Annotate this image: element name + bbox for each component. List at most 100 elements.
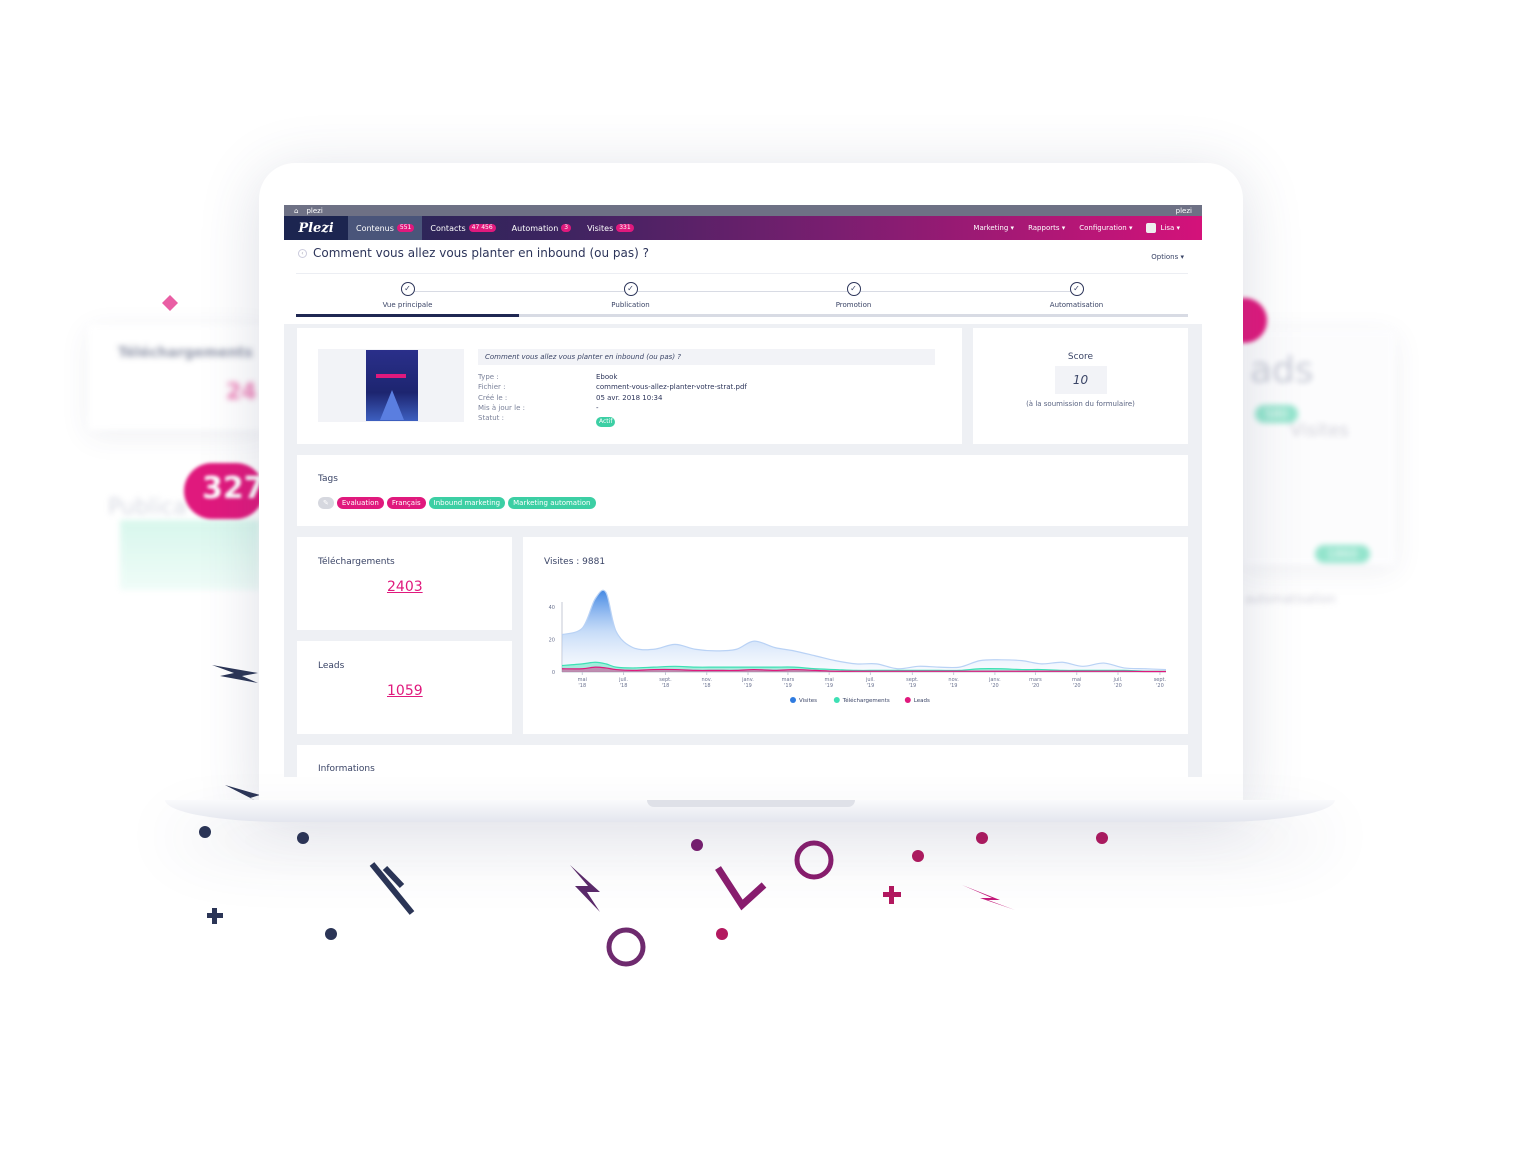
score-card: Score 10 (à la soumission du formulaire) [973,328,1188,444]
tags-title: Tags [318,474,338,484]
nav-badge: 47 456 [468,224,496,232]
legend-label: Leads [914,698,930,704]
legend-label: Visites [799,698,817,704]
step-label: Promotion [835,301,872,309]
divider [296,273,1188,274]
step-label: Vue principale [382,301,433,309]
check-icon: ✓ [400,282,415,296]
edit-tags-icon[interactable]: ✎ [318,497,334,509]
content-values: Ebook comment-vous-allez-planter-votre-s… [596,372,747,428]
menu-configuration[interactable]: Configuration ▾ [1079,224,1132,232]
score-title: Score [1067,352,1094,362]
x-tick-label: '19 [825,683,833,689]
nav-contacts[interactable]: Contacts 47 456 [422,216,503,240]
tag[interactable]: Evaluation [336,497,384,509]
leads-value[interactable]: 1059 [387,683,423,699]
x-tick-label: '20 [1114,683,1122,689]
step-automatisation[interactable]: ✓ Automatisation [965,282,1188,317]
main-nav: Plezi Contenus 551 Contacts 47 456 Automat… [284,216,1202,240]
laptop-notch [647,800,855,807]
home-icon[interactable]: ⌂ [294,207,298,215]
x-tick-label: '18 [703,683,711,689]
content-fields: Type : Fichier : Créé le : Mis à jour le… [478,372,525,423]
step-promotion[interactable]: ✓ Promotion [742,282,965,317]
x-tick-label: '19 [744,683,752,689]
downloads-label: Téléchargements [318,557,395,567]
check-icon: ✓ [846,282,861,296]
user-menu[interactable]: Lisa ▾ [1146,223,1180,233]
decor-text: ads [1250,350,1314,391]
options-dropdown[interactable]: Options ▾ [1151,253,1184,261]
nav-badge: 551 [396,224,415,232]
plezi-logo[interactable]: Plezi [284,216,348,240]
steps: ✓ Vue principale ✓ Publication ✓ Promotion … [296,282,1188,317]
decor-text: automatisation [1245,592,1336,606]
decor-text: Visites [1290,420,1349,441]
leads-card: Leads 1059 [297,641,512,734]
app-screen: ⌂ plezi plezi Plezi Contenus 551 Contacts… [284,205,1202,777]
x-tick-label: '19 [784,683,792,689]
informations-card: Informations [297,745,1188,777]
score-value[interactable]: 10 [1054,366,1107,394]
nav-visites[interactable]: Visites 331 [579,216,642,240]
nav-label: Contenus [356,223,394,233]
x-tick-label: '19 [950,683,958,689]
score-note: (à la soumission du formulaire) [1026,400,1135,408]
step-publication[interactable]: ✓ Publication [519,282,742,317]
step-label: Automatisation [1049,301,1104,309]
steps-line [408,291,1078,292]
check-icon: ✓ [1069,282,1084,296]
decor-badge: 1860 [1315,545,1370,563]
account-name: plezi [1175,206,1192,215]
user-name: Lisa ▾ [1160,224,1180,232]
y-tick-label: 20 [549,638,555,644]
x-tick-label: '20 [1156,683,1164,689]
x-tick-label: '18 [620,683,628,689]
visits-chart: 02040mai'18juil.'18sept.'18nov.'18janv.'… [549,589,1167,704]
downloads-value[interactable]: 2403 [387,579,423,595]
back-icon[interactable]: ‹ [298,249,307,258]
nav-automation[interactable]: Automation 3 [504,216,579,240]
page-header: ‹ Comment vous allez vous planter en inb… [284,240,1202,324]
field-updated: - [596,403,599,412]
page-title: Comment vous allez vous planter en inbou… [313,246,649,260]
informations-title: Informations [318,764,375,774]
legend-marker [833,697,840,703]
x-tick-label: '18 [578,683,586,689]
series-area-visites [562,590,1166,672]
browser-topbar: ⌂ plezi plezi [284,205,1202,216]
tag[interactable]: Inbound marketing [428,497,506,509]
field-type: Ebook [596,373,618,381]
status-badge: Actif [596,417,616,428]
tags-list: ✎ Evaluation Français Inbound marketing Mark… [318,490,599,509]
tag[interactable]: Marketing automation [508,497,596,509]
y-tick-label: 40 [549,605,555,611]
downloads-card: Téléchargements 2403 [297,537,512,630]
content-heading: Comment vous allez vous planter en inbou… [478,349,935,365]
menu-marketing[interactable]: Marketing ▾ [973,224,1014,232]
x-tick-label: '20 [991,683,999,689]
step-vue-principale[interactable]: ✓ Vue principale [296,282,519,317]
nav-label: Contacts [430,223,466,233]
leads-label: Leads [318,661,345,671]
visits-chart-card: Visites : 9881 0 20 40 mai '18 juil. '18 sept. '… [523,537,1188,734]
legend-marker [790,697,796,703]
field-label: Fichier : [478,383,506,392]
decor-badge: 580 [1255,405,1298,423]
avatar [1146,223,1157,233]
menu-rapports[interactable]: Rapports ▾ [1028,224,1065,232]
field-label: Statut : [478,414,504,423]
legend-marker [904,697,911,703]
nav-label: Automation [511,223,559,233]
site-name: plezi [306,206,323,215]
content-card: Comment vous allez vous planter en inbou… [297,328,962,444]
tag[interactable]: Français [386,497,426,509]
check-icon: ✓ [623,282,638,296]
nav-contenus[interactable]: Contenus 551 [348,216,423,240]
x-tick-label: '19 [867,683,875,689]
field-label: Type : [478,373,499,381]
field-label: Créé le : [478,393,508,402]
field-file[interactable]: comment-vous-allez-planter-votre-strat.p… [596,382,747,392]
x-tick-label: '20 [1032,683,1040,689]
ebook-thumbnail[interactable] [318,349,464,422]
